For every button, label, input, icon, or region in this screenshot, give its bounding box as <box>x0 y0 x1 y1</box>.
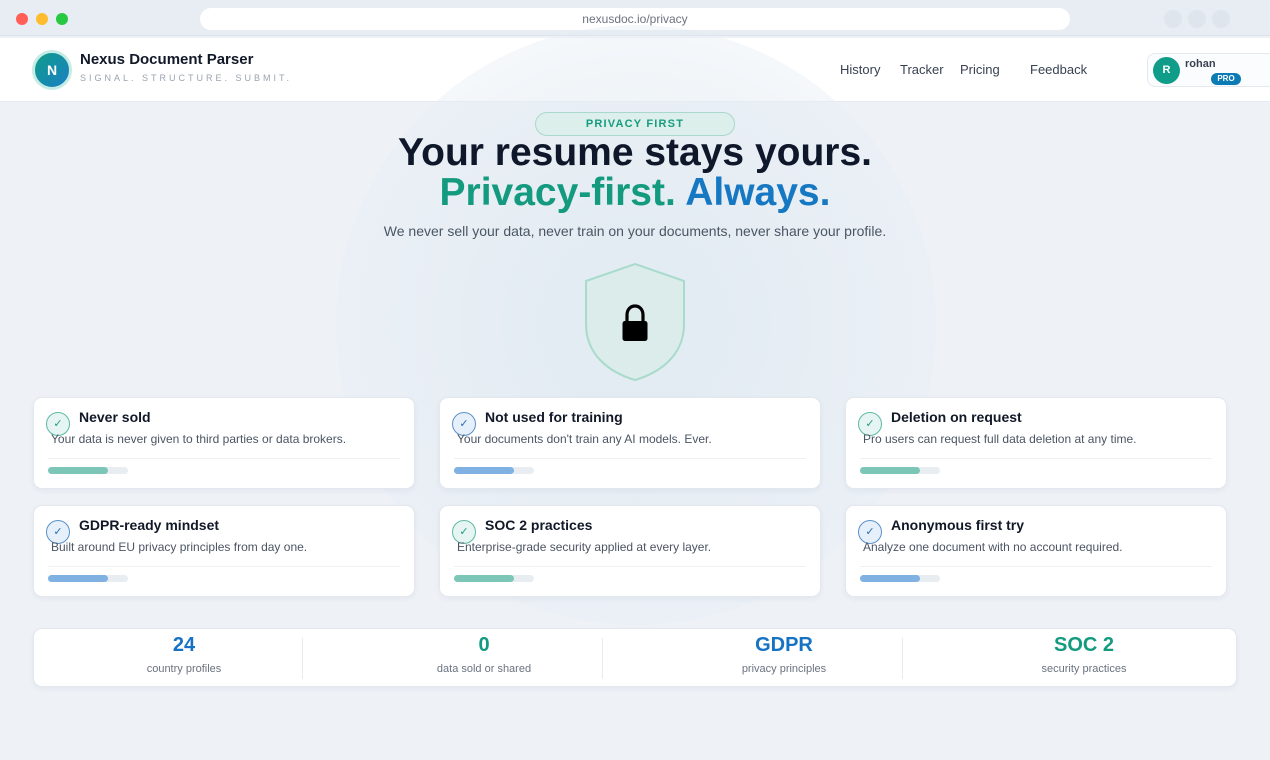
stat-value: 24 <box>172 634 196 656</box>
hero-title-line2: Privacy-first. Always. <box>0 170 1270 216</box>
feature-card-title: Not used for training <box>485 409 623 425</box>
maximize-window-button[interactable] <box>56 13 68 25</box>
nav-history[interactable]: History <box>840 62 880 77</box>
divider <box>602 638 603 679</box>
feature-card: ✓ GDPR-ready mindset Built around EU priva… <box>33 505 415 597</box>
progress-track <box>860 467 940 474</box>
nav-tracker[interactable]: Tracker <box>900 62 944 77</box>
feature-card-title: GDPR-ready mindset <box>79 517 220 533</box>
brand-name[interactable]: Nexus Document Parser <box>80 51 253 68</box>
feature-card-title: Anonymous first try <box>891 517 1025 533</box>
user-menu[interactable]: R rohan PRO <box>1147 53 1270 87</box>
progress-track <box>454 467 534 474</box>
feature-card: ✓ Anonymous first try Analyze one document… <box>845 505 1227 597</box>
stat-value: SOC 2 <box>1053 634 1115 656</box>
divider <box>48 458 400 459</box>
hero-title-accent-blue: Always. <box>685 171 831 214</box>
divider <box>860 458 1212 459</box>
nav-pricing[interactable]: Pricing <box>960 62 1000 77</box>
progress-fill <box>860 467 920 474</box>
hero-title-accent-teal: Privacy-first. <box>439 171 676 214</box>
progress-track <box>48 575 128 582</box>
divider <box>454 458 806 459</box>
stat-value: GDPR <box>755 634 813 656</box>
feature-card: ✓ Deletion on request Pro users can reques… <box>845 397 1227 489</box>
stat-gdpr: GDPR privacy principles <box>634 629 934 688</box>
feature-card-description: Your documents don't train any AI models… <box>457 432 712 446</box>
feature-card-description: Your data is never given to third partie… <box>51 432 347 446</box>
divider <box>902 638 903 679</box>
progress-fill <box>48 467 108 474</box>
stat-country-profiles: 24 country profiles <box>34 629 334 688</box>
divider <box>302 638 303 679</box>
stat-label: security practices <box>1041 663 1127 675</box>
shield-lock-icon <box>585 262 685 382</box>
user-name: rohan <box>1185 58 1216 70</box>
feature-card-description: Built around EU privacy principles from … <box>51 540 308 554</box>
stat-soc2: SOC 2 security practices <box>934 629 1234 688</box>
feature-card-title: Never sold <box>79 409 151 425</box>
progress-track <box>48 467 128 474</box>
stats-bar: 24 country profiles 0 data sold or share… <box>33 628 1237 687</box>
brand-tagline: SIGNAL. STRUCTURE. SUBMIT. <box>80 73 293 83</box>
progress-fill <box>454 575 514 582</box>
feature-card-title: SOC 2 practices <box>485 517 593 533</box>
avatar: R <box>1153 57 1180 84</box>
divider <box>454 566 806 567</box>
stat-value: 0 <box>478 634 490 656</box>
stat-data-sold: 0 data sold or shared <box>334 629 634 688</box>
progress-track <box>454 575 534 582</box>
pro-badge: PRO <box>1211 73 1241 85</box>
feature-card: ✓ SOC 2 practices Enterprise-grade securit… <box>439 505 821 597</box>
hero-subtitle: We never sell your data, never train on … <box>383 223 887 239</box>
divider <box>48 566 400 567</box>
logo[interactable]: N <box>32 50 72 90</box>
feature-card-description: Analyze one document with no account req… <box>863 540 1123 554</box>
close-window-button[interactable] <box>16 13 28 25</box>
feature-card: ✓ Not used for training Your documents don… <box>439 397 821 489</box>
divider <box>860 566 1212 567</box>
extension-icon[interactable] <box>1164 10 1182 28</box>
feature-card-description: Enterprise-grade security applied at eve… <box>457 540 712 554</box>
stat-label: data sold or shared <box>436 663 532 675</box>
minimize-window-button[interactable] <box>36 13 48 25</box>
feature-card-title: Deletion on request <box>891 409 1022 425</box>
extension-icon[interactable] <box>1212 10 1230 28</box>
progress-fill <box>454 467 514 474</box>
extension-icon[interactable] <box>1188 10 1206 28</box>
stat-label: country profiles <box>146 663 222 675</box>
nav-feedback[interactable]: Feedback <box>1030 62 1087 77</box>
feature-card: ✓ Never sold Your data is never given to t… <box>33 397 415 489</box>
progress-fill <box>860 575 920 582</box>
feature-card-description: Pro users can request full data deletion… <box>863 432 1137 446</box>
stat-label: privacy principles <box>741 663 827 675</box>
progress-track <box>860 575 940 582</box>
progress-fill <box>48 575 108 582</box>
